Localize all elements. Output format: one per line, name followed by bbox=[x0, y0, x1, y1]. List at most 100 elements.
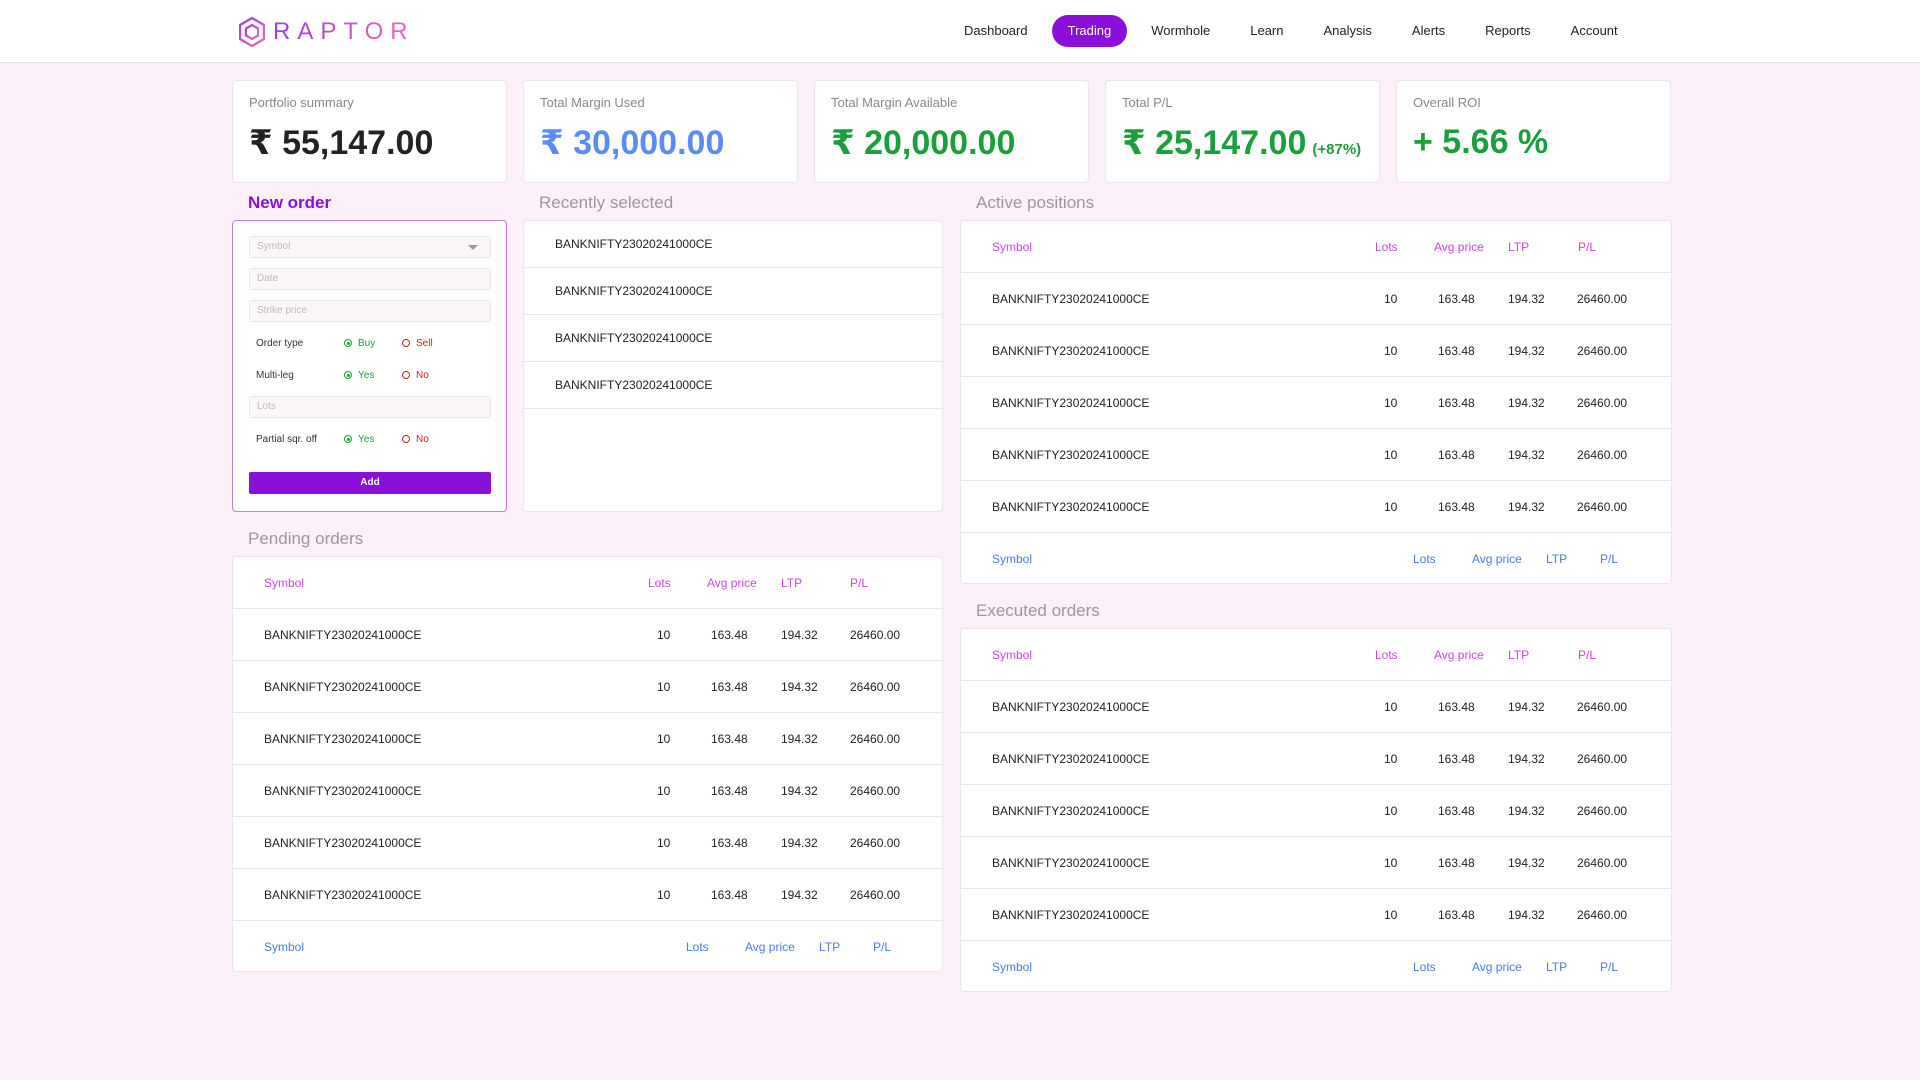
radio-unselected-icon bbox=[402, 435, 410, 443]
order-type-buy-radio[interactable]: Buy bbox=[344, 338, 402, 349]
table-row[interactable]: BANKNIFTY23020241000CE 10 163.48 194.32 2646… bbox=[961, 377, 1671, 429]
table-row[interactable]: BANKNIFTY23020241000CE 10 163.48 194.32 2646… bbox=[233, 817, 942, 869]
card-label: Portfolio summary bbox=[249, 95, 354, 110]
column-header-ltp[interactable]: LTP bbox=[1546, 533, 1567, 585]
multi-leg-yes-radio[interactable]: Yes bbox=[344, 370, 402, 381]
column-header-lots[interactable]: Lots bbox=[1413, 533, 1436, 585]
order-type-sell-radio[interactable]: Sell bbox=[402, 338, 460, 349]
multi-leg-no-radio[interactable]: No bbox=[402, 370, 460, 381]
column-header-lots[interactable]: Lots bbox=[1413, 941, 1436, 993]
column-header-symbol[interactable]: Symbol bbox=[264, 921, 304, 973]
cell-ltp: 194.32 bbox=[1508, 448, 1545, 462]
table-footer-row: Symbol Lots Avg price LTP P/L bbox=[233, 921, 942, 973]
table-row[interactable]: BANKNIFTY23020241000CE 10 163.48 194.32 2646… bbox=[233, 609, 942, 661]
table-row[interactable]: BANKNIFTY23020241000CE 10 163.48 194.32 2646… bbox=[233, 713, 942, 765]
cell-symbol: BANKNIFTY23020241000CE bbox=[992, 396, 1150, 410]
date-input[interactable]: Date bbox=[249, 268, 491, 290]
partial-sqr-off-yes-radio[interactable]: Yes bbox=[344, 434, 402, 445]
table-row[interactable]: BANKNIFTY23020241000CE 10 163.48 194.32 2646… bbox=[233, 869, 942, 921]
column-header-avg-price[interactable]: Avg price bbox=[1434, 629, 1484, 681]
column-header-symbol[interactable]: Symbol bbox=[992, 533, 1032, 585]
lots-input[interactable]: Lots bbox=[249, 396, 491, 418]
nav-learn[interactable]: Learn bbox=[1234, 15, 1299, 47]
table-row[interactable]: BANKNIFTY23020241000CE 10 163.48 194.32 2646… bbox=[961, 481, 1671, 533]
column-header-symbol[interactable]: Symbol bbox=[992, 221, 1032, 273]
table-row[interactable]: BANKNIFTY23020241000CE 10 163.48 194.32 2646… bbox=[961, 733, 1671, 785]
cell-symbol: BANKNIFTY23020241000CE bbox=[992, 908, 1150, 922]
executed-orders-title: Executed orders bbox=[976, 601, 1100, 620]
cell-lots: 10 bbox=[1384, 500, 1398, 514]
table-row[interactable]: BANKNIFTY23020241000CE 10 163.48 194.32 2646… bbox=[961, 681, 1671, 733]
symbol-select[interactable]: Symbol bbox=[249, 236, 491, 258]
cell-avg-price: 163.48 bbox=[1438, 344, 1475, 358]
cell-lots: 10 bbox=[1384, 700, 1398, 714]
cell-pl: 26460.00 bbox=[850, 628, 901, 642]
list-item[interactable]: BANKNIFTY23020241000CE bbox=[524, 221, 942, 268]
list-item[interactable]: BANKNIFTY23020241000CE bbox=[524, 362, 942, 409]
column-header-pl[interactable]: P/L bbox=[1578, 221, 1596, 273]
nav-wormhole[interactable]: Wormhole bbox=[1135, 15, 1226, 47]
cell-symbol: BANKNIFTY23020241000CE bbox=[992, 448, 1150, 462]
list-item[interactable]: BANKNIFTY23020241000CE bbox=[524, 268, 942, 315]
table-row[interactable]: BANKNIFTY23020241000CE 10 163.48 194.32 2646… bbox=[961, 273, 1671, 325]
column-header-avg-price[interactable]: Avg price bbox=[1434, 221, 1484, 273]
brand-logo[interactable]: RAPTOR bbox=[239, 16, 415, 48]
table-row[interactable]: BANKNIFTY23020241000CE 10 163.48 194.32 2646… bbox=[961, 325, 1671, 377]
nav-trading[interactable]: Trading bbox=[1051, 15, 1128, 47]
radio-unselected-icon bbox=[402, 339, 410, 347]
column-header-avg-price[interactable]: Avg price bbox=[745, 921, 795, 973]
table-row[interactable]: BANKNIFTY23020241000CE 10 163.48 194.32 2646… bbox=[233, 765, 942, 817]
nav-analysis[interactable]: Analysis bbox=[1307, 15, 1387, 47]
column-header-symbol[interactable]: Symbol bbox=[992, 941, 1032, 993]
column-header-avg-price[interactable]: Avg price bbox=[1472, 533, 1522, 585]
cell-avg-price: 163.48 bbox=[1438, 700, 1475, 714]
column-header-ltp[interactable]: LTP bbox=[819, 921, 840, 973]
column-header-ltp[interactable]: LTP bbox=[1508, 629, 1529, 681]
cell-lots: 10 bbox=[1384, 804, 1398, 818]
column-header-avg-price[interactable]: Avg price bbox=[707, 557, 757, 609]
table-row[interactable]: BANKNIFTY23020241000CE 10 163.48 194.32 2646… bbox=[961, 837, 1671, 889]
column-header-avg-price[interactable]: Avg price bbox=[1472, 941, 1522, 993]
column-header-pl[interactable]: P/L bbox=[850, 557, 868, 609]
column-header-symbol[interactable]: Symbol bbox=[264, 557, 304, 609]
cell-ltp: 194.32 bbox=[781, 836, 818, 850]
column-header-pl[interactable]: P/L bbox=[1600, 941, 1618, 993]
table-header-row: Symbol Lots Avg price LTP P/L bbox=[961, 221, 1671, 273]
list-item[interactable]: BANKNIFTY23020241000CE bbox=[524, 315, 942, 362]
active-positions-table: Symbol Lots Avg price LTP P/L BANKNIFTY230202… bbox=[960, 220, 1672, 584]
cell-pl: 26460.00 bbox=[1577, 700, 1628, 714]
column-header-pl[interactable]: P/L bbox=[873, 921, 891, 973]
cell-ltp: 194.32 bbox=[1508, 856, 1545, 870]
column-header-lots[interactable]: Lots bbox=[1375, 221, 1398, 273]
cell-avg-price: 163.48 bbox=[711, 732, 748, 746]
strike-price-input[interactable]: Strike price bbox=[249, 300, 491, 322]
column-header-pl[interactable]: P/L bbox=[1578, 629, 1596, 681]
partial-sqr-off-no-radio[interactable]: No bbox=[402, 434, 460, 445]
cell-lots: 10 bbox=[657, 732, 671, 746]
cell-ltp: 194.32 bbox=[1508, 908, 1545, 922]
nav-reports[interactable]: Reports bbox=[1469, 15, 1547, 47]
pending-orders-title: Pending orders bbox=[248, 529, 364, 548]
main-nav: Dashboard Trading Wormhole Learn Analysi… bbox=[948, 15, 1642, 47]
add-order-button[interactable]: Add bbox=[249, 472, 491, 494]
nav-account[interactable]: Account bbox=[1555, 15, 1634, 47]
column-header-pl[interactable]: P/L bbox=[1600, 533, 1618, 585]
cell-lots: 10 bbox=[657, 628, 671, 642]
table-row[interactable]: BANKNIFTY23020241000CE 10 163.48 194.32 2646… bbox=[233, 661, 942, 713]
table-row[interactable]: BANKNIFTY23020241000CE 10 163.48 194.32 2646… bbox=[961, 785, 1671, 837]
column-header-lots[interactable]: Lots bbox=[1375, 629, 1398, 681]
cell-ltp: 194.32 bbox=[781, 732, 818, 746]
column-header-ltp[interactable]: LTP bbox=[1508, 221, 1529, 273]
column-header-lots[interactable]: Lots bbox=[648, 557, 671, 609]
column-header-ltp[interactable]: LTP bbox=[1546, 941, 1567, 993]
nav-alerts[interactable]: Alerts bbox=[1396, 15, 1461, 47]
table-row[interactable]: BANKNIFTY23020241000CE 10 163.48 194.32 2646… bbox=[961, 429, 1671, 481]
column-header-symbol[interactable]: Symbol bbox=[992, 629, 1032, 681]
column-header-lots[interactable]: Lots bbox=[686, 921, 709, 973]
table-row[interactable]: BANKNIFTY23020241000CE 10 163.48 194.32 2646… bbox=[961, 889, 1671, 941]
nav-dashboard[interactable]: Dashboard bbox=[948, 15, 1044, 47]
chevron-down-icon bbox=[468, 245, 478, 250]
radio-selected-icon bbox=[344, 339, 352, 347]
column-header-ltp[interactable]: LTP bbox=[781, 557, 802, 609]
cell-symbol: BANKNIFTY23020241000CE bbox=[264, 784, 422, 798]
